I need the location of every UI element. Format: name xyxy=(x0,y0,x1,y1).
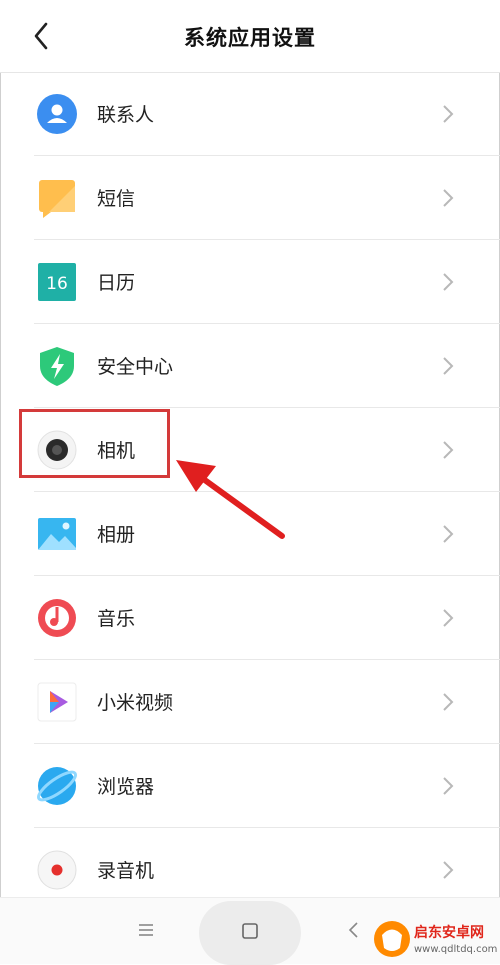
list-item-label: 相册 xyxy=(97,524,136,546)
list-item-music[interactable]: 音乐 xyxy=(0,576,500,660)
annotation-arrow-icon xyxy=(176,460,285,539)
chevron-right-icon xyxy=(443,693,454,711)
security-shield-icon xyxy=(40,347,74,386)
list-item-label: 短信 xyxy=(97,188,136,210)
chevron-right-icon xyxy=(443,357,454,375)
app-header: 系统应用设置 xyxy=(0,0,500,73)
calendar-icon-date: 16 xyxy=(46,274,68,294)
video-icon xyxy=(37,682,77,722)
music-icon xyxy=(38,599,76,637)
chevron-right-icon xyxy=(443,525,454,543)
list-item-label: 浏览器 xyxy=(97,776,155,798)
chevron-right-icon xyxy=(443,189,454,207)
watermark-url: www.qdltdq.com xyxy=(414,944,497,955)
list-item-label: 安全中心 xyxy=(97,356,174,378)
list-item-messages[interactable]: 短信 xyxy=(0,156,500,240)
back-icon[interactable] xyxy=(344,920,364,940)
gallery-icon xyxy=(38,518,76,550)
list-item-label: 日历 xyxy=(97,272,136,294)
highlight-box xyxy=(19,409,170,478)
chevron-right-icon xyxy=(443,105,454,123)
menu-icon[interactable] xyxy=(136,920,156,940)
calendar-icon: 16 xyxy=(38,263,76,301)
watermark-text: 启东安卓网 xyxy=(414,924,484,941)
chevron-right-icon xyxy=(443,273,454,291)
contacts-icon xyxy=(37,94,77,134)
chevron-right-icon xyxy=(443,777,454,795)
watermark-logo: 启东安卓网 www.qdltdq.com xyxy=(374,921,497,957)
chevron-right-icon xyxy=(443,861,454,879)
home-square-icon[interactable] xyxy=(241,922,259,940)
list-item-calendar[interactable]: 16 日历 xyxy=(0,240,500,324)
list-item-label: 录音机 xyxy=(97,860,155,882)
list-item-label: 音乐 xyxy=(97,608,136,630)
list-item-video[interactable]: 小米视频 xyxy=(0,660,500,744)
page-title: 系统应用设置 xyxy=(184,26,316,50)
messages-icon xyxy=(39,180,75,218)
list-item-label: 联系人 xyxy=(97,104,155,126)
list-item-security[interactable]: 安全中心 xyxy=(0,324,500,408)
list-item-contacts[interactable]: 联系人 xyxy=(0,72,500,156)
browser-icon xyxy=(37,767,77,805)
chevron-right-icon xyxy=(443,609,454,627)
list-item-browser[interactable]: 浏览器 xyxy=(0,744,500,828)
list-item-label: 小米视频 xyxy=(97,692,174,714)
recorder-icon xyxy=(37,850,77,890)
chevron-right-icon xyxy=(443,441,454,459)
